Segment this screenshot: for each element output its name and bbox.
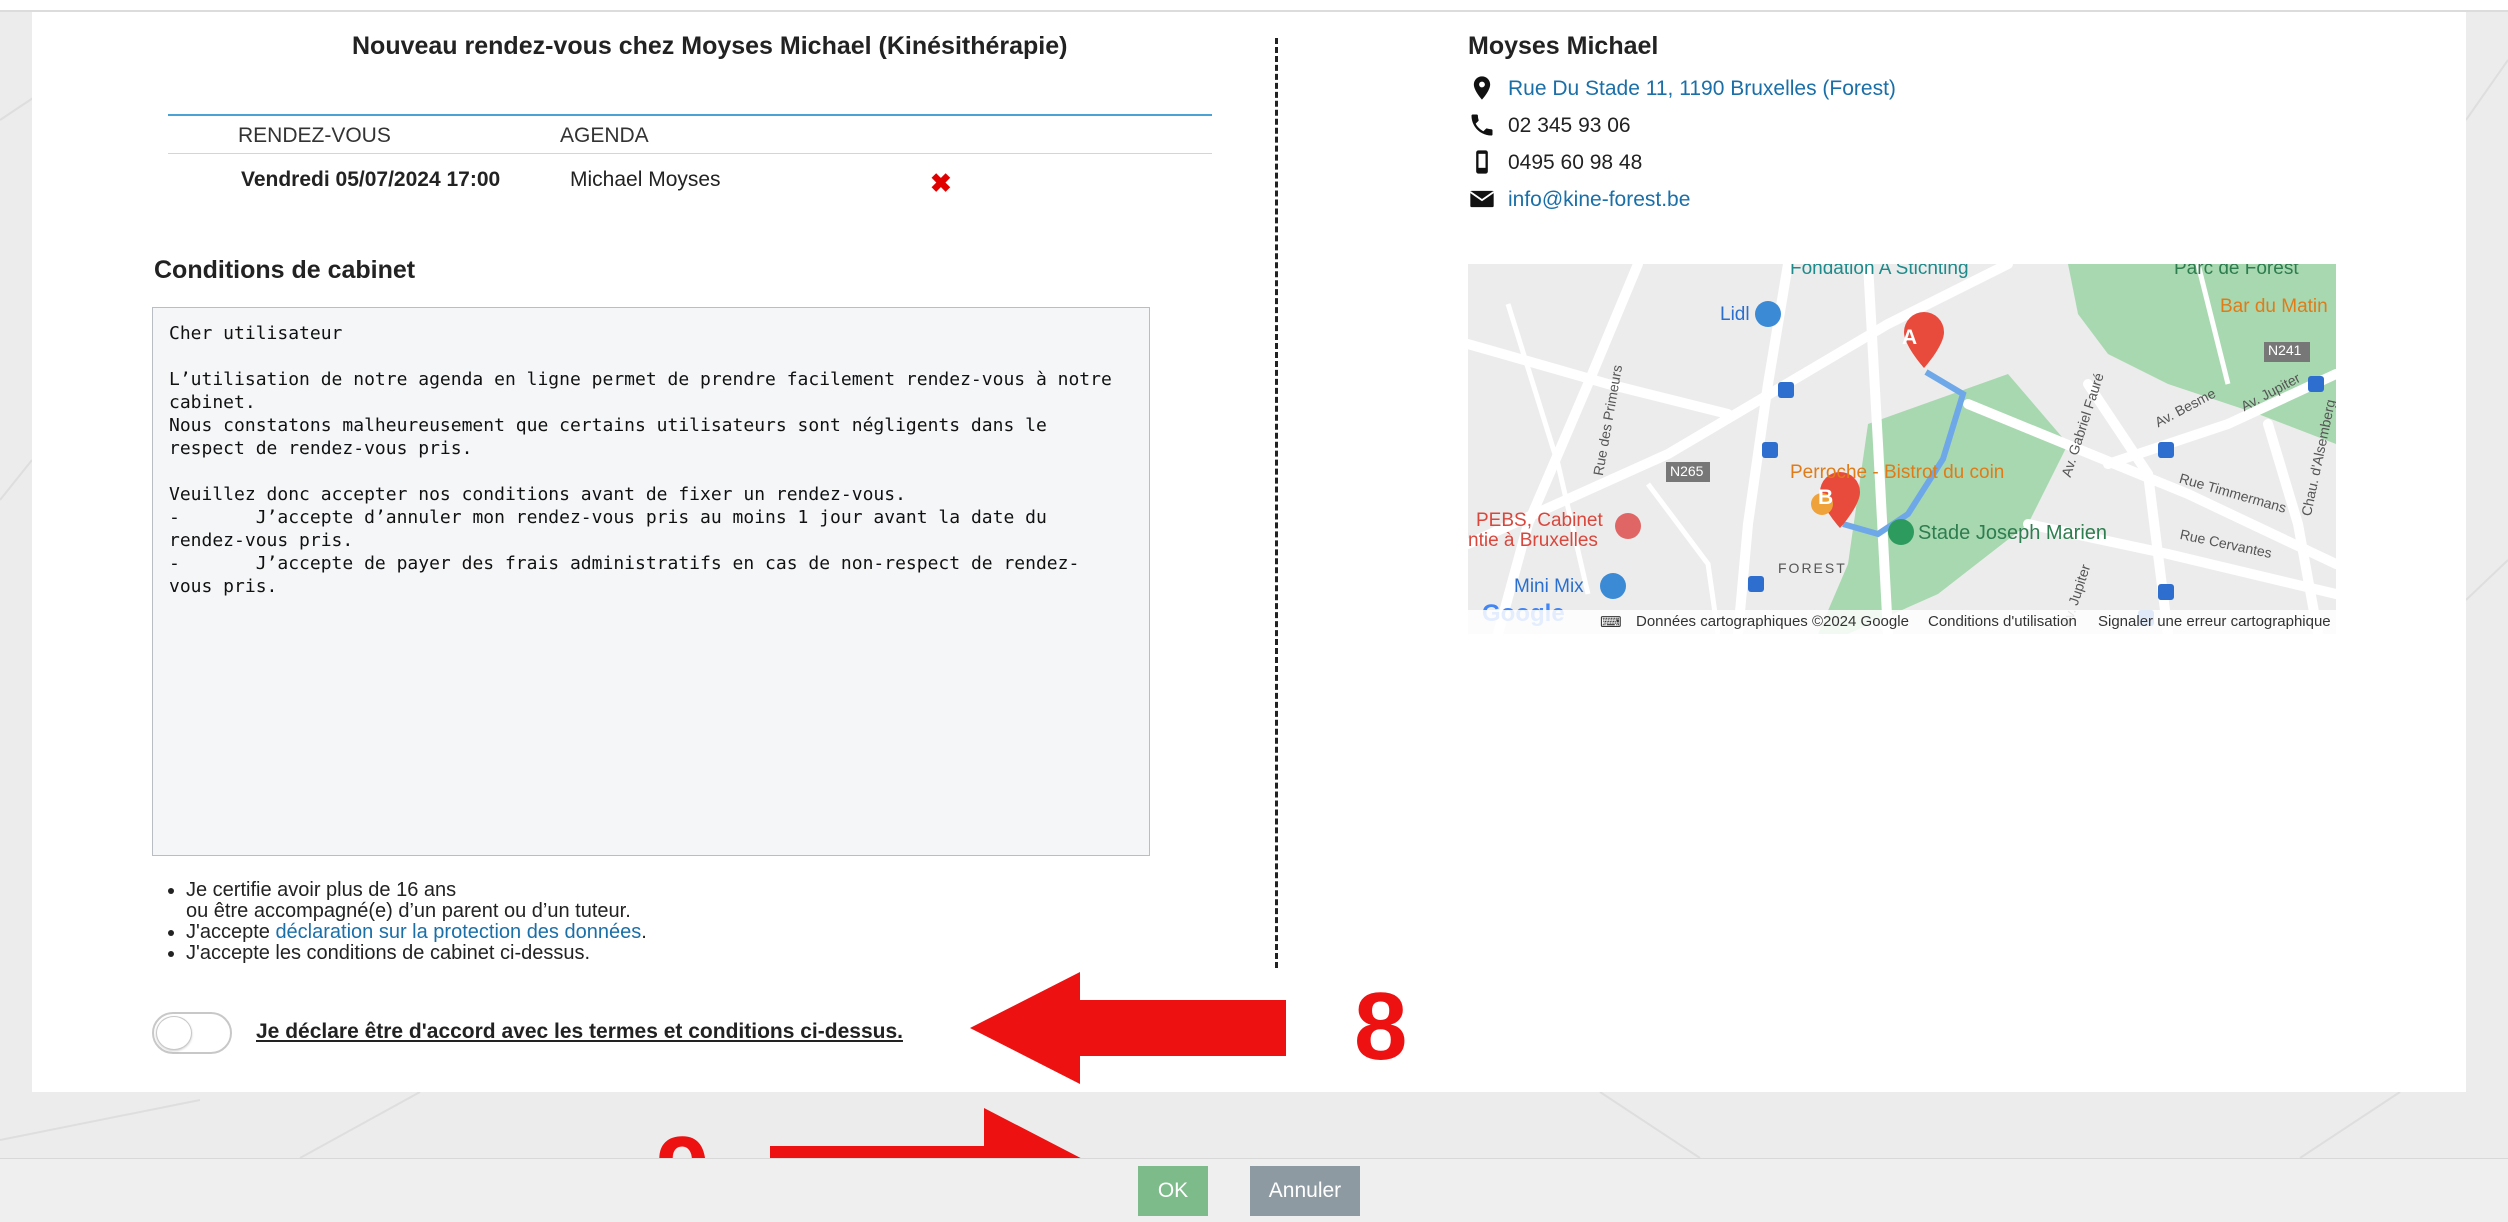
map-terms-link[interactable]: Conditions d'utilisation (1928, 613, 2077, 630)
appointment-table: RENDEZ-VOUS AGENDA Vendredi 05/07/2024 1… (168, 114, 1212, 204)
agreement-toggle[interactable] (152, 1012, 232, 1054)
map-label-fondation: Fondation A Stichting (1790, 264, 1969, 279)
map-label-bistrot: Perroche - Bistrot du coin (1790, 462, 2005, 483)
map-marker-icon (1473, 76, 1491, 100)
keyboard-icon[interactable]: ⌨ (1600, 613, 1622, 631)
medical-icon[interactable] (1615, 513, 1641, 539)
agreement-label[interactable]: Je déclare être d'accord avec les termes… (256, 1020, 903, 1044)
map-label-pebs: PEBS, Cabinet (1476, 510, 1603, 531)
phone-icon (1471, 114, 1493, 136)
certify-guardian-text: ou être accompagné(e) d’un parent ou d’u… (186, 900, 631, 922)
appointment-panel: Nouveau rendez-vous chez Moyses Michael … (32, 12, 2466, 1092)
mobile-number: 0495 60 98 48 (1508, 151, 1643, 174)
address-link[interactable]: Rue Du Stade 11, 1190 Bruxelles (Forest) (1508, 77, 1896, 101)
email-link[interactable]: info@kine-forest.be (1508, 188, 1690, 212)
toggle-knob (156, 1016, 192, 1050)
remove-x-icon[interactable]: ✖ (930, 168, 952, 199)
certification-list: Je certifie avoir plus de 16 ans ou être… (176, 880, 647, 964)
phone-number: 02 345 93 06 (1508, 114, 1631, 137)
certify-age-text: Je certifie avoir plus de 16 ans (186, 879, 457, 901)
map-label-n241: N241 (2268, 342, 2302, 358)
privacy-declaration-link[interactable]: déclaration sur la protection des donnée… (275, 921, 641, 943)
mobile-phone-icon (1476, 150, 1488, 174)
shopping-cart-icon[interactable] (1755, 301, 1781, 327)
accept-suffix: . (641, 921, 647, 943)
shop-icon[interactable] (1600, 573, 1626, 599)
map-footer: ⌨ Données cartographiques ©2024 Google C… (1468, 610, 2336, 634)
map-label-pebs-line2: ntie à Bruxelles (1468, 530, 1598, 551)
stadium-icon[interactable] (1888, 519, 1914, 545)
map-label-forest: FOREST (1778, 560, 1847, 576)
appointment-table-header: RENDEZ-VOUS AGENDA (168, 116, 1212, 154)
envelope-icon (1469, 190, 1495, 208)
practitioner-name: Moyses Michael (1468, 32, 1659, 60)
ok-button[interactable]: OK (1138, 1166, 1208, 1216)
map-data-credit: Données cartographiques ©2024 Google (1636, 613, 1909, 630)
appointment-agenda: Michael Moyses (570, 168, 721, 191)
list-item: J'accepte les conditions de cabinet ci-d… (186, 943, 647, 964)
location-map[interactable]: A B Fondation A Stichting Parc de Forest… (1468, 264, 2336, 634)
marker-a-label: A (1902, 326, 1918, 349)
marker-b-label: B (1818, 486, 1834, 509)
map-label-lidl: Lidl (1720, 304, 1750, 325)
conditions-textarea[interactable]: Cher utilisateur L’utilisation de notre … (152, 307, 1150, 856)
conditions-title: Conditions de cabinet (154, 256, 416, 284)
column-divider (1275, 38, 1278, 968)
map-label-bar: Bar du Matin (2220, 296, 2328, 317)
map-report-link[interactable]: Signaler une erreur cartographique (2098, 613, 2331, 630)
column-header-agenda: AGENDA (560, 124, 649, 147)
list-item: J'accepte déclaration sur la protection … (186, 922, 647, 943)
map-label-n265: N265 (1670, 463, 1704, 479)
column-header-appointment: RENDEZ-VOUS (238, 124, 391, 147)
list-item: Je certifie avoir plus de 16 ans ou être… (186, 880, 647, 922)
page-title: Nouveau rendez-vous chez Moyses Michael … (352, 32, 1068, 60)
map-label-park: Parc de Forest (2174, 264, 2299, 279)
step-number-8: 8 (1354, 973, 1408, 1080)
map-label-minimix: Mini Mix (1514, 576, 1584, 597)
table-row: Vendredi 05/07/2024 17:00 Michael Moyses… (168, 154, 1212, 204)
accept-conditions-text: J'accepte les conditions de cabinet ci-d… (186, 942, 591, 964)
appointment-datetime: Vendredi 05/07/2024 17:00 (241, 168, 501, 191)
map-label-stade: Stade Joseph Marien (1918, 522, 2108, 544)
top-navbar-edge (0, 0, 2508, 12)
accept-prefix: J'accepte (186, 921, 276, 943)
cancel-button[interactable]: Annuler (1250, 1166, 1360, 1216)
